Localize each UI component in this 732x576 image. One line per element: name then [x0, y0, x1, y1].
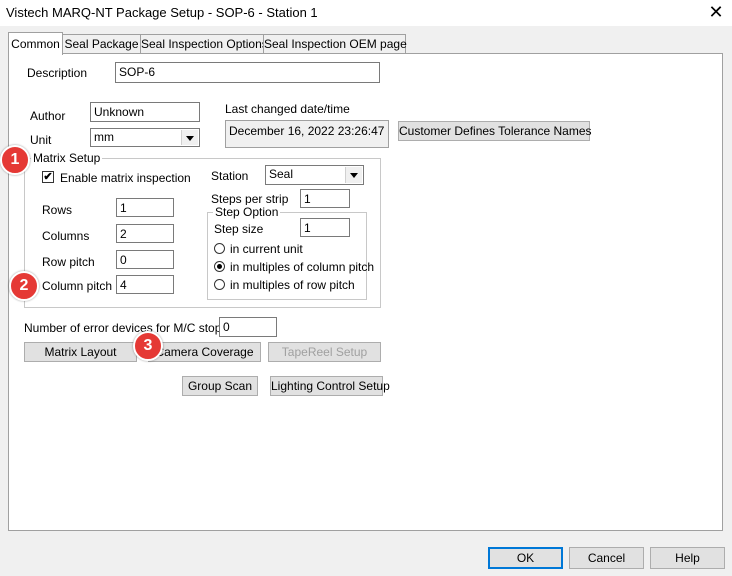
help-button[interactable]: Help [650, 547, 725, 569]
error-devices-field[interactable]: 0 [219, 317, 277, 337]
step-size-field[interactable]: 1 [300, 218, 350, 237]
tab-seal-inspection-options[interactable]: Seal Inspection Options [140, 34, 268, 54]
annotation-marker-2: 2 [9, 271, 39, 301]
last-changed-label: Last changed date/time [225, 102, 350, 116]
columns-field[interactable]: 2 [116, 224, 174, 243]
row-pitch-field[interactable]: 0 [116, 250, 174, 269]
chevron-down-icon[interactable] [345, 167, 362, 183]
radio-current-unit-label: in current unit [230, 242, 303, 256]
chevron-down-icon[interactable] [181, 130, 198, 145]
step-option-label: Step Option [213, 205, 281, 219]
enable-matrix-checkbox[interactable]: ✔ [42, 171, 54, 183]
description-label: Description [27, 66, 88, 80]
title-bar: Vistech MARQ-NT Package Setup - SOP-6 - … [0, 0, 732, 26]
ok-button[interactable]: OK [488, 547, 563, 569]
rows-label: Rows [42, 203, 73, 217]
enable-matrix-label: Enable matrix inspection [60, 171, 191, 185]
station-dropdown[interactable]: Seal [265, 165, 364, 185]
column-pitch-label: Column pitch [42, 279, 113, 293]
tab-seal-inspection-oem-page[interactable]: Seal Inspection OEM page [263, 34, 407, 54]
author-label: Author [30, 109, 66, 123]
description-field[interactable]: SOP-6 [115, 62, 380, 83]
unit-dropdown-value: mm [94, 130, 114, 144]
radio-multiples-row-pitch-label: in multiples of row pitch [230, 278, 355, 292]
annotation-marker-1: 1 [0, 145, 30, 175]
radio-current-unit[interactable] [214, 243, 225, 254]
window-title: Vistech MARQ-NT Package Setup - SOP-6 - … [6, 5, 318, 20]
annotation-marker-3: 3 [133, 331, 163, 361]
customer-tolerance-names-button[interactable]: Customer Defines Tolerance Names [398, 121, 592, 141]
row-pitch-label: Row pitch [42, 255, 95, 269]
author-field[interactable]: Unknown [90, 102, 200, 122]
matrix-layout-button[interactable]: Matrix Layout [24, 342, 137, 362]
unit-dropdown[interactable]: mm [90, 128, 200, 147]
camera-coverage-button[interactable]: Camera Coverage [148, 342, 261, 362]
columns-label: Columns [42, 229, 90, 243]
radio-multiples-column-pitch[interactable] [214, 261, 225, 272]
matrix-setup-label: Matrix Setup [31, 151, 103, 165]
tab-common[interactable]: Common [8, 32, 63, 55]
tab-seal-package[interactable]: Seal Package [62, 34, 141, 54]
station-label: Station [211, 169, 249, 183]
steps-per-strip-field[interactable]: 1 [300, 189, 350, 208]
close-icon[interactable]: ✕ [700, 0, 732, 26]
radio-multiples-column-pitch-label: in multiples of column pitch [230, 260, 375, 274]
group-scan-button[interactable]: Group Scan [182, 376, 258, 396]
cancel-button[interactable]: Cancel [569, 547, 644, 569]
tapereel-setup-button[interactable]: TapeReel Setup [268, 342, 381, 362]
radio-multiples-row-pitch[interactable] [214, 279, 225, 290]
station-dropdown-value: Seal [269, 167, 294, 181]
last-changed-value: December 16, 2022 23:26:47 [225, 120, 389, 148]
steps-per-strip-label: Steps per strip [211, 192, 289, 206]
column-pitch-field[interactable]: 4 [116, 275, 174, 294]
step-size-label: Step size [214, 222, 264, 236]
unit-label: Unit [30, 133, 52, 147]
error-devices-label: Number of error devices for M/C stop [24, 321, 222, 335]
rows-field[interactable]: 1 [116, 198, 174, 217]
lighting-control-setup-button[interactable]: Lighting Control Setup [270, 376, 390, 396]
